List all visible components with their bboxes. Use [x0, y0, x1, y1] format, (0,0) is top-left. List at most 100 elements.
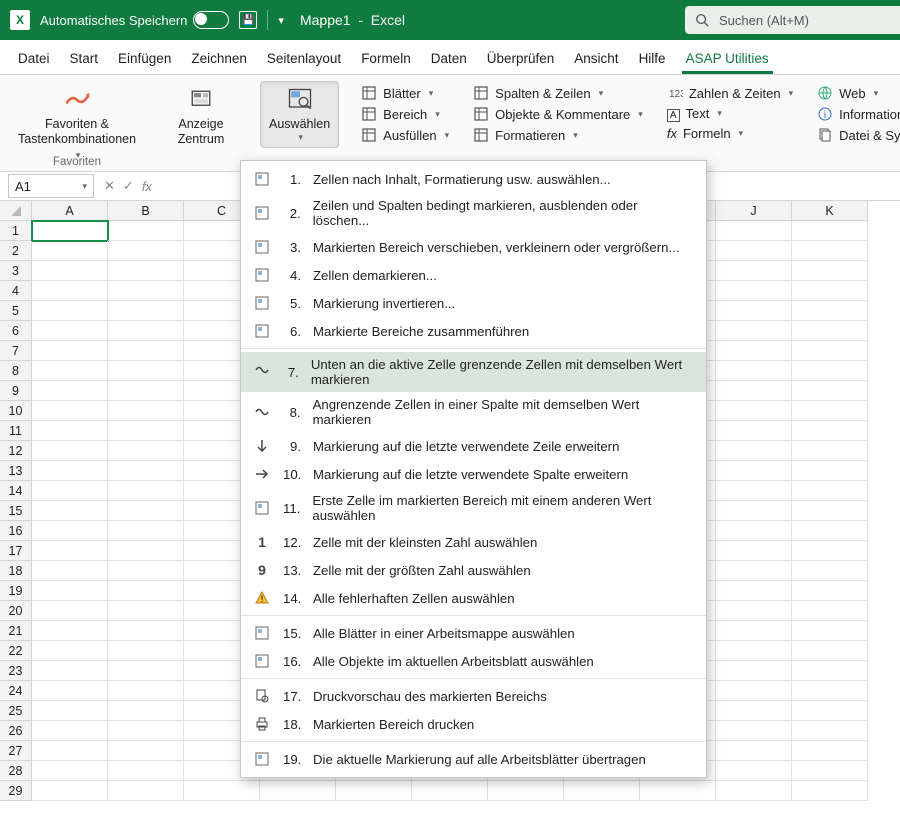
- menu-item-18[interactable]: 18.Markierten Bereich drucken: [241, 710, 706, 738]
- row-header[interactable]: 23: [0, 661, 32, 681]
- cell[interactable]: [108, 701, 184, 721]
- cell[interactable]: [32, 381, 108, 401]
- tab-datei[interactable]: Datei: [8, 45, 60, 74]
- cell[interactable]: [32, 361, 108, 381]
- cell[interactable]: [108, 241, 184, 261]
- row-header[interactable]: 6: [0, 321, 32, 341]
- menu-item-2[interactable]: 2.Zeilen und Spalten bedingt markieren, …: [241, 193, 706, 233]
- cell[interactable]: [108, 381, 184, 401]
- menu-item-7[interactable]: 7.Unten an die aktive Zelle grenzende Ze…: [241, 352, 706, 392]
- column-header[interactable]: B: [108, 201, 184, 221]
- cancel-formula-icon[interactable]: ✕: [104, 178, 115, 194]
- cell[interactable]: [108, 521, 184, 541]
- ribbon-objekte-kommentare[interactable]: Objekte & Kommentare▾: [471, 105, 645, 123]
- menu-item-1[interactable]: 1.Zellen nach Inhalt, Formatierung usw. …: [241, 165, 706, 193]
- cell[interactable]: [792, 441, 868, 461]
- cell[interactable]: [32, 701, 108, 721]
- row-header[interactable]: 11: [0, 421, 32, 441]
- cell[interactable]: [184, 781, 260, 801]
- cell[interactable]: [32, 461, 108, 481]
- auswaehlen-button[interactable]: Auswählen ▾: [260, 81, 339, 148]
- cell[interactable]: [32, 781, 108, 801]
- row-header[interactable]: 14: [0, 481, 32, 501]
- cell[interactable]: [32, 741, 108, 761]
- cell[interactable]: [792, 341, 868, 361]
- row-header[interactable]: 19: [0, 581, 32, 601]
- row-header[interactable]: 13: [0, 461, 32, 481]
- save-icon[interactable]: 💾: [239, 11, 257, 29]
- ribbon-formeln[interactable]: fxFormeln▾: [665, 125, 795, 142]
- row-header[interactable]: 24: [0, 681, 32, 701]
- cell[interactable]: [792, 601, 868, 621]
- cell[interactable]: [792, 641, 868, 661]
- tab-einfügen[interactable]: Einfügen: [108, 45, 181, 74]
- cell[interactable]: [716, 721, 792, 741]
- cell[interactable]: [108, 361, 184, 381]
- cell[interactable]: [792, 721, 868, 741]
- cell[interactable]: [716, 601, 792, 621]
- menu-item-4[interactable]: 4.Zellen demarkieren...: [241, 261, 706, 289]
- ribbon-informationen[interactable]: iInformationen▾: [815, 105, 900, 123]
- cell[interactable]: [108, 481, 184, 501]
- menu-item-16[interactable]: 16.Alle Objekte im aktuellen Arbeitsblat…: [241, 647, 706, 675]
- cell[interactable]: [108, 561, 184, 581]
- cell[interactable]: [32, 321, 108, 341]
- ribbon-formatieren[interactable]: Formatieren▾: [471, 126, 645, 144]
- menu-item-12[interactable]: 112.Zelle mit der kleinsten Zahl auswähl…: [241, 528, 706, 556]
- favoriten-button[interactable]: Favoriten &Tastenkombinationen ▾: [9, 81, 145, 167]
- cell[interactable]: [108, 581, 184, 601]
- menu-item-5[interactable]: 5.Markierung invertieren...: [241, 289, 706, 317]
- cell[interactable]: [716, 401, 792, 421]
- cell[interactable]: [32, 541, 108, 561]
- cell[interactable]: [792, 561, 868, 581]
- cell[interactable]: [716, 781, 792, 801]
- cell[interactable]: [108, 541, 184, 561]
- cell[interactable]: [108, 761, 184, 781]
- fx-icon[interactable]: fx: [142, 179, 152, 194]
- cell[interactable]: [108, 261, 184, 281]
- cell[interactable]: [108, 421, 184, 441]
- cell[interactable]: [108, 681, 184, 701]
- cell[interactable]: [108, 741, 184, 761]
- cell[interactable]: [716, 581, 792, 601]
- cell[interactable]: [716, 301, 792, 321]
- row-header[interactable]: 26: [0, 721, 32, 741]
- cell[interactable]: [792, 741, 868, 761]
- row-header[interactable]: 15: [0, 501, 32, 521]
- cell[interactable]: [792, 281, 868, 301]
- cell[interactable]: [32, 221, 108, 241]
- row-header[interactable]: 18: [0, 561, 32, 581]
- row-header[interactable]: 1: [0, 221, 32, 241]
- cell[interactable]: [716, 321, 792, 341]
- tab-hilfe[interactable]: Hilfe: [629, 45, 676, 74]
- ribbon-bereich[interactable]: Bereich▾: [359, 105, 451, 123]
- cell[interactable]: [792, 541, 868, 561]
- cell[interactable]: [32, 641, 108, 661]
- cell[interactable]: [792, 761, 868, 781]
- cell[interactable]: [716, 521, 792, 541]
- tab-daten[interactable]: Daten: [421, 45, 477, 74]
- menu-item-11[interactable]: 11.Erste Zelle im markierten Bereich mit…: [241, 488, 706, 528]
- tab-zeichnen[interactable]: Zeichnen: [181, 45, 257, 74]
- tab-asap-utilities[interactable]: ASAP Utilities: [676, 45, 779, 74]
- cell[interactable]: [32, 761, 108, 781]
- cell[interactable]: [792, 301, 868, 321]
- row-header[interactable]: 4: [0, 281, 32, 301]
- ribbon-ausf-llen[interactable]: Ausfüllen▾: [359, 126, 451, 144]
- row-header[interactable]: 28: [0, 761, 32, 781]
- row-header[interactable]: 16: [0, 521, 32, 541]
- row-header[interactable]: 12: [0, 441, 32, 461]
- cell[interactable]: [108, 461, 184, 481]
- cell[interactable]: [32, 561, 108, 581]
- cell[interactable]: [32, 441, 108, 461]
- menu-item-3[interactable]: 3.Markierten Bereich verschieben, verkle…: [241, 233, 706, 261]
- row-header[interactable]: 9: [0, 381, 32, 401]
- cell[interactable]: [792, 621, 868, 641]
- cell[interactable]: [716, 361, 792, 381]
- cell[interactable]: [792, 701, 868, 721]
- row-header[interactable]: 3: [0, 261, 32, 281]
- cell[interactable]: [108, 621, 184, 641]
- cell[interactable]: [108, 641, 184, 661]
- cell[interactable]: [792, 421, 868, 441]
- cell[interactable]: [716, 681, 792, 701]
